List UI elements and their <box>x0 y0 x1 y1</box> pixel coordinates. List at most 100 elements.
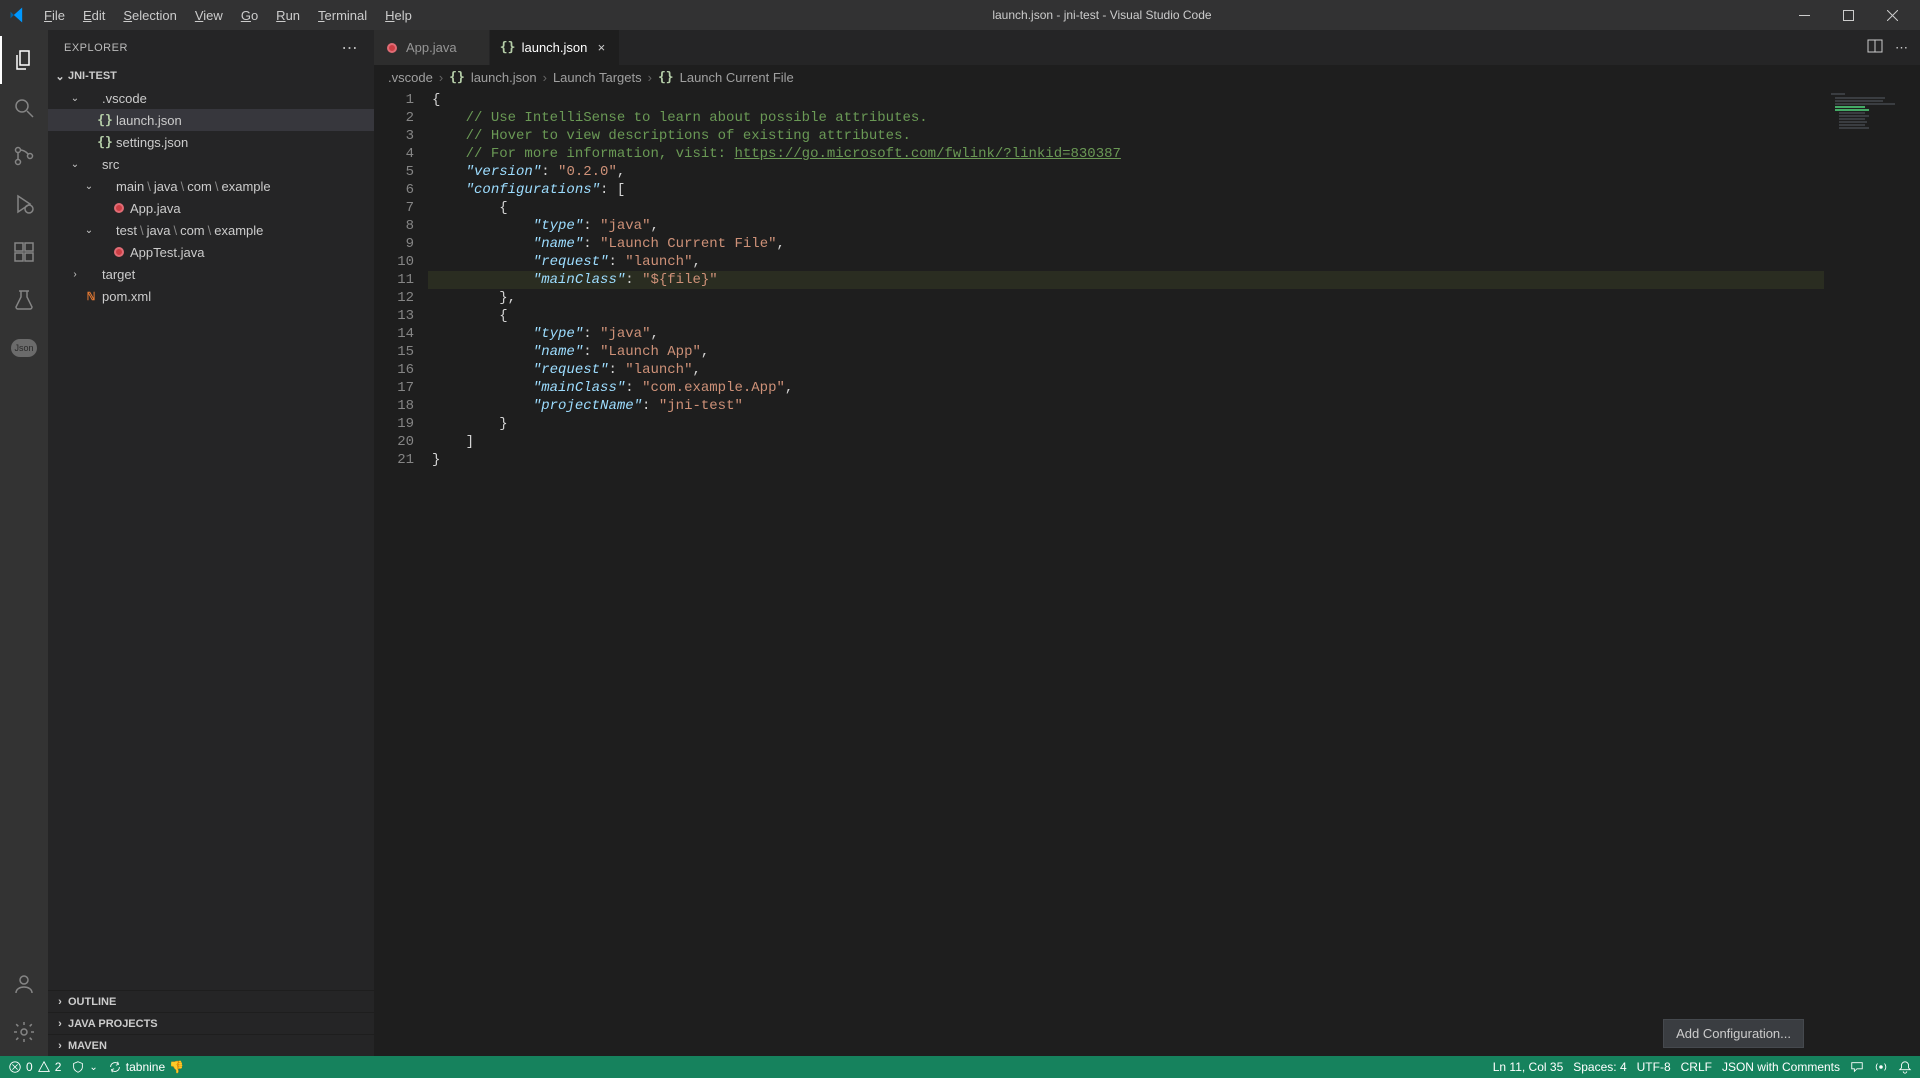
tree-item-label: AppTest.java <box>130 245 204 260</box>
minimap[interactable] <box>1824 89 1920 1056</box>
menu-run[interactable]: Run <box>268 4 308 27</box>
sync-icon <box>108 1060 122 1074</box>
explorer-more-icon[interactable]: ⋯ <box>342 38 359 58</box>
activitybar-testing[interactable] <box>0 276 48 324</box>
folder-item[interactable]: ⌄main\java\com\example <box>48 175 374 197</box>
activitybar-explorer[interactable] <box>0 36 48 84</box>
breadcrumb-item[interactable]: Launch Targets <box>553 70 642 85</box>
xml-file-icon: ℕ <box>82 290 100 303</box>
chevron-down-icon: ⌄ <box>68 159 82 170</box>
chevron-right-icon: › <box>439 70 443 85</box>
more-actions-icon[interactable]: ⋯ <box>1895 40 1908 56</box>
minimize-button[interactable] <box>1784 0 1824 30</box>
chevron-right-icon: › <box>52 1018 68 1030</box>
menu-edit[interactable]: Edit <box>75 4 113 27</box>
window-title: launch.json - jni-test - Visual Studio C… <box>420 8 1784 22</box>
chevron-down-icon: ⌄ <box>82 225 96 236</box>
close-button[interactable] <box>1872 0 1912 30</box>
activitybar-search[interactable] <box>0 84 48 132</box>
status-spaces[interactable]: Spaces: 4 <box>1573 1060 1626 1074</box>
tab-launch-json[interactable]: {} launch.json × <box>490 30 621 65</box>
breadcrumb-item[interactable]: launch.json <box>471 70 537 85</box>
tab-app-java[interactable]: App.java × <box>374 30 490 65</box>
json-file-icon: {} <box>96 113 114 128</box>
file-item[interactable]: AppTest.java <box>48 241 374 263</box>
code-content[interactable]: { // Use IntelliSense to learn about pos… <box>428 89 1824 1056</box>
add-configuration-button[interactable]: Add Configuration... <box>1663 1019 1804 1048</box>
explorer-root[interactable]: ⌄ JNI-TEST <box>48 65 374 87</box>
status-eol[interactable]: CRLF <box>1681 1060 1712 1074</box>
folder-item[interactable]: › target <box>48 263 374 285</box>
menu-help[interactable]: Help <box>377 4 420 27</box>
editor-body[interactable]: 123456789101112131415161718192021 { // U… <box>374 89 1920 1056</box>
sidebar-header: EXPLORER ⋯ <box>48 30 374 65</box>
folder-item[interactable]: ⌄src <box>48 153 374 175</box>
statusbar: 0 2 ⌄ tabnine 👎 Ln 11, Col 35 Spaces: 4 … <box>0 1056 1920 1078</box>
run-debug-icon <box>12 192 36 216</box>
activitybar-accounts[interactable] <box>0 960 48 1008</box>
status-errors[interactable]: 0 2 <box>8 1060 61 1074</box>
activitybar-scm[interactable] <box>0 132 48 180</box>
section-outline[interactable]: ›OUTLINE <box>48 990 374 1012</box>
status-live-share[interactable]: ⌄ <box>71 1060 97 1074</box>
menu-go[interactable]: Go <box>233 4 266 27</box>
thumbs-down-icon: 👎 <box>169 1060 184 1074</box>
explorer-title: EXPLORER <box>64 42 128 54</box>
maximize-button[interactable] <box>1828 0 1868 30</box>
file-tree: ⌄.vscode {}launch.json {}settings.json⌄s… <box>48 87 374 990</box>
tree-item-label: .vscode <box>102 91 147 106</box>
gear-icon <box>12 1020 36 1044</box>
status-broadcast-icon[interactable] <box>1874 1060 1888 1074</box>
chevron-right-icon: › <box>68 269 82 280</box>
breadcrumb-item[interactable]: .vscode <box>388 70 433 85</box>
section-maven[interactable]: ›MAVEN <box>48 1034 374 1056</box>
files-icon <box>12 48 36 72</box>
menu-file[interactable]: File <box>36 4 73 27</box>
search-icon <box>12 96 36 120</box>
section-outline-label: OUTLINE <box>68 996 116 1008</box>
status-ln-col[interactable]: Ln 11, Col 35 <box>1493 1060 1564 1074</box>
java-file-icon <box>110 203 128 213</box>
activitybar-settings[interactable] <box>0 1008 48 1056</box>
file-item[interactable]: ℕpom.xml <box>48 285 374 307</box>
file-item[interactable]: {}launch.json <box>48 109 374 131</box>
activitybar-json[interactable]: Json <box>0 324 48 372</box>
editor-area: App.java × {} launch.json × ⋯ .vscode › … <box>374 30 1920 1056</box>
chevron-right-icon: › <box>52 996 68 1008</box>
java-file-icon <box>384 40 400 56</box>
tree-item-label: settings.json <box>116 135 188 150</box>
json-file-icon: {} <box>500 40 516 56</box>
source-control-icon <box>12 144 36 168</box>
status-feedback-icon[interactable] <box>1850 1060 1864 1074</box>
close-icon[interactable]: × <box>593 40 609 55</box>
shield-icon <box>71 1060 85 1074</box>
tree-item-label: target <box>102 267 135 282</box>
breadcrumb-item[interactable]: Launch Current File <box>680 70 794 85</box>
activitybar-extensions[interactable] <box>0 228 48 276</box>
status-tabnine[interactable]: tabnine 👎 <box>108 1060 184 1074</box>
chevron-right-icon: › <box>648 70 652 85</box>
folder-item[interactable]: ⌄test\java\com\example <box>48 219 374 241</box>
json-badge-icon: Json <box>11 339 37 357</box>
section-java-projects[interactable]: ›JAVA PROJECTS <box>48 1012 374 1034</box>
sidebar: EXPLORER ⋯ ⌄ JNI-TEST ⌄.vscode {}launch.… <box>48 30 374 1056</box>
warning-icon <box>37 1060 51 1074</box>
split-editor-icon[interactable] <box>1867 38 1883 57</box>
status-language[interactable]: JSON with Comments <box>1722 1060 1840 1074</box>
tree-item-label: launch.json <box>116 113 182 128</box>
menu-view[interactable]: View <box>187 4 231 27</box>
activitybar-run[interactable] <box>0 180 48 228</box>
json-file-icon: {} <box>658 70 674 85</box>
line-gutter: 123456789101112131415161718192021 <box>374 89 428 1056</box>
status-encoding[interactable]: UTF-8 <box>1637 1060 1671 1074</box>
menu-selection[interactable]: Selection <box>115 4 184 27</box>
breadcrumbs[interactable]: .vscode › {} launch.json › Launch Target… <box>374 65 1920 89</box>
file-item[interactable]: App.java <box>48 197 374 219</box>
tree-item-label: main\java\com\example <box>116 179 271 194</box>
warning-count: 2 <box>55 1060 62 1074</box>
menu-terminal[interactable]: Terminal <box>310 4 375 27</box>
error-count: 0 <box>26 1060 33 1074</box>
file-item[interactable]: {}settings.json <box>48 131 374 153</box>
folder-item[interactable]: ⌄.vscode <box>48 87 374 109</box>
status-bell-icon[interactable] <box>1898 1060 1912 1074</box>
